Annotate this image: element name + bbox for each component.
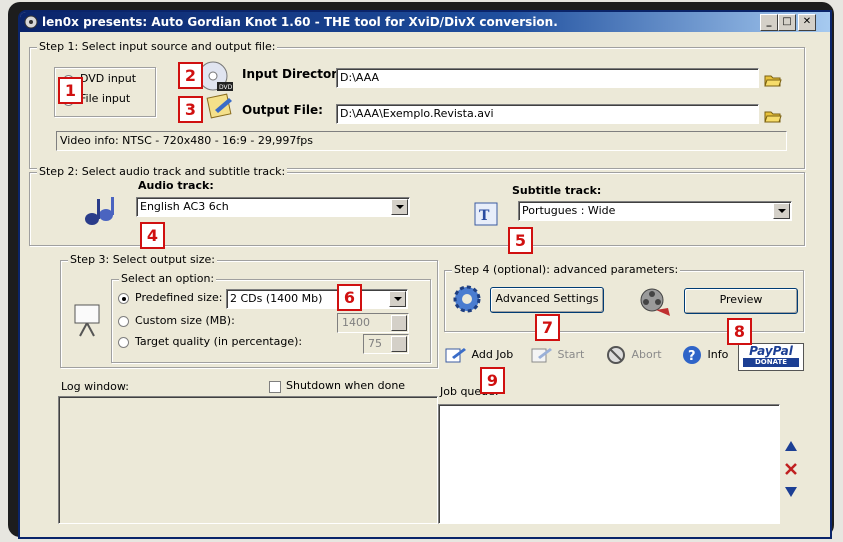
paypal-logo: PayPal	[749, 344, 793, 358]
audio-track-label: Audio track:	[138, 179, 214, 192]
subtitle-track-select[interactable]: Portugues : Wide	[518, 201, 792, 221]
callout-4: 4	[140, 222, 165, 249]
output-file-field[interactable]: D:\AAA\Exemplo.Revista.avi	[336, 104, 759, 124]
abort-icon	[607, 346, 625, 364]
shutdown-checkbox[interactable]	[269, 381, 281, 393]
input-directory-field[interactable]: D:\AAA	[336, 68, 759, 88]
add-job-label: Add Job	[471, 348, 514, 361]
audio-track-select[interactable]: English AC3 6ch	[136, 197, 410, 217]
spin-arrows-icon[interactable]	[391, 315, 407, 331]
step1-legend: Step 1: Select input source and output f…	[37, 40, 278, 53]
start-icon	[531, 348, 552, 363]
start-button[interactable]: Start	[530, 345, 584, 365]
remove-job-icon[interactable]	[784, 462, 798, 476]
job-queue-list[interactable]	[438, 404, 780, 524]
audio-track-value: English AC3 6ch	[140, 200, 229, 213]
predefined-size-select[interactable]: 2 CDs (1400 Mb)	[226, 289, 408, 309]
minimize-button[interactable]: _	[760, 14, 778, 31]
svg-text:T: T	[479, 208, 490, 224]
move-up-icon[interactable]	[784, 440, 798, 452]
add-job-icon	[445, 348, 466, 363]
film-reel-icon	[640, 288, 670, 316]
info-label: Info	[707, 348, 729, 361]
browse-folder-icon[interactable]	[764, 72, 782, 88]
log-window[interactable]	[58, 396, 438, 524]
svg-text:?: ?	[688, 349, 696, 364]
select-option-legend: Select an option:	[119, 272, 217, 285]
file-input-label[interactable]: File input	[80, 92, 130, 105]
shutdown-label[interactable]: Shutdown when done	[286, 379, 405, 392]
app-window: len0x presents: Auto Gordian Knot 1.60 -…	[20, 12, 830, 537]
log-window-label: Log window:	[61, 380, 129, 393]
presentation-board-icon	[74, 304, 100, 337]
custom-size-value: 1400	[342, 316, 370, 329]
input-directory-label: Input Directory	[242, 67, 346, 81]
output-file-icon	[206, 93, 232, 119]
svg-text:DVD: DVD	[219, 84, 233, 91]
predefined-size-label[interactable]: Predefined size:	[135, 291, 222, 304]
callout-1: 1	[58, 77, 83, 104]
subtitle-track-label: Subtitle track:	[512, 184, 602, 197]
callout-2: 2	[178, 62, 203, 89]
add-job-button[interactable]: Add Job	[444, 345, 513, 365]
close-button[interactable]: ✕	[798, 14, 816, 31]
dvd-input-label[interactable]: DVD input	[80, 72, 136, 85]
custom-size-label[interactable]: Custom size (MB):	[135, 314, 235, 327]
step2-legend: Step 2: Select audio track and subtitle …	[37, 165, 288, 178]
browse-output-folder-icon[interactable]	[764, 108, 782, 124]
subtitle-icon: T	[474, 202, 498, 226]
callout-7: 7	[535, 314, 560, 341]
target-quality-label[interactable]: Target quality (in percentage):	[135, 335, 302, 348]
preview-button[interactable]: Preview	[684, 288, 798, 314]
video-info-field: Video info: NTSC - 720x480 - 16:9 - 29,9…	[56, 131, 787, 151]
audio-notes-icon	[85, 197, 114, 225]
move-down-icon[interactable]	[784, 486, 798, 498]
callout-6: 6	[337, 284, 362, 311]
callout-8: 8	[727, 318, 752, 345]
callout-5: 5	[508, 227, 533, 254]
spin-arrows-icon[interactable]	[391, 336, 407, 352]
advanced-settings-button[interactable]: Advanced Settings	[490, 287, 604, 313]
target-quality-value: 75	[368, 337, 382, 350]
predefined-size-value: 2 CDs (1400 Mb)	[230, 292, 323, 305]
donate-label: DONATE	[743, 358, 799, 367]
subtitle-track-value: Portugues : Wide	[522, 204, 616, 217]
target-quality-radio[interactable]	[118, 337, 129, 348]
abort-button[interactable]: Abort	[606, 345, 662, 365]
help-icon: ?	[683, 346, 701, 364]
chevron-down-icon[interactable]	[389, 291, 406, 307]
callout-3: 3	[178, 96, 203, 123]
custom-size-radio[interactable]	[118, 316, 129, 327]
step4-legend: Step 4 (optional): advanced parameters:	[452, 263, 681, 276]
output-file-label: Output File:	[242, 103, 323, 117]
paypal-donate-button[interactable]: PayPal DONATE	[738, 343, 804, 371]
abort-label: Abort	[631, 348, 662, 361]
info-button[interactable]: ? Info	[682, 345, 728, 365]
app-icon	[24, 15, 38, 29]
predefined-size-radio[interactable]	[118, 293, 129, 304]
chevron-down-icon[interactable]	[391, 199, 408, 215]
gear-icon	[453, 285, 481, 313]
chevron-down-icon[interactable]	[773, 203, 790, 219]
target-quality-stepper[interactable]: 75	[363, 334, 409, 354]
custom-size-stepper[interactable]: 1400	[337, 313, 409, 333]
window-title: len0x presents: Auto Gordian Knot 1.60 -…	[42, 15, 558, 29]
maximize-button[interactable]: □	[778, 14, 796, 31]
callout-9: 9	[480, 367, 505, 394]
step3-legend: Step 3: Select output size:	[68, 253, 217, 266]
title-bar[interactable]: len0x presents: Auto Gordian Knot 1.60 -…	[20, 12, 830, 32]
start-label: Start	[557, 348, 585, 361]
